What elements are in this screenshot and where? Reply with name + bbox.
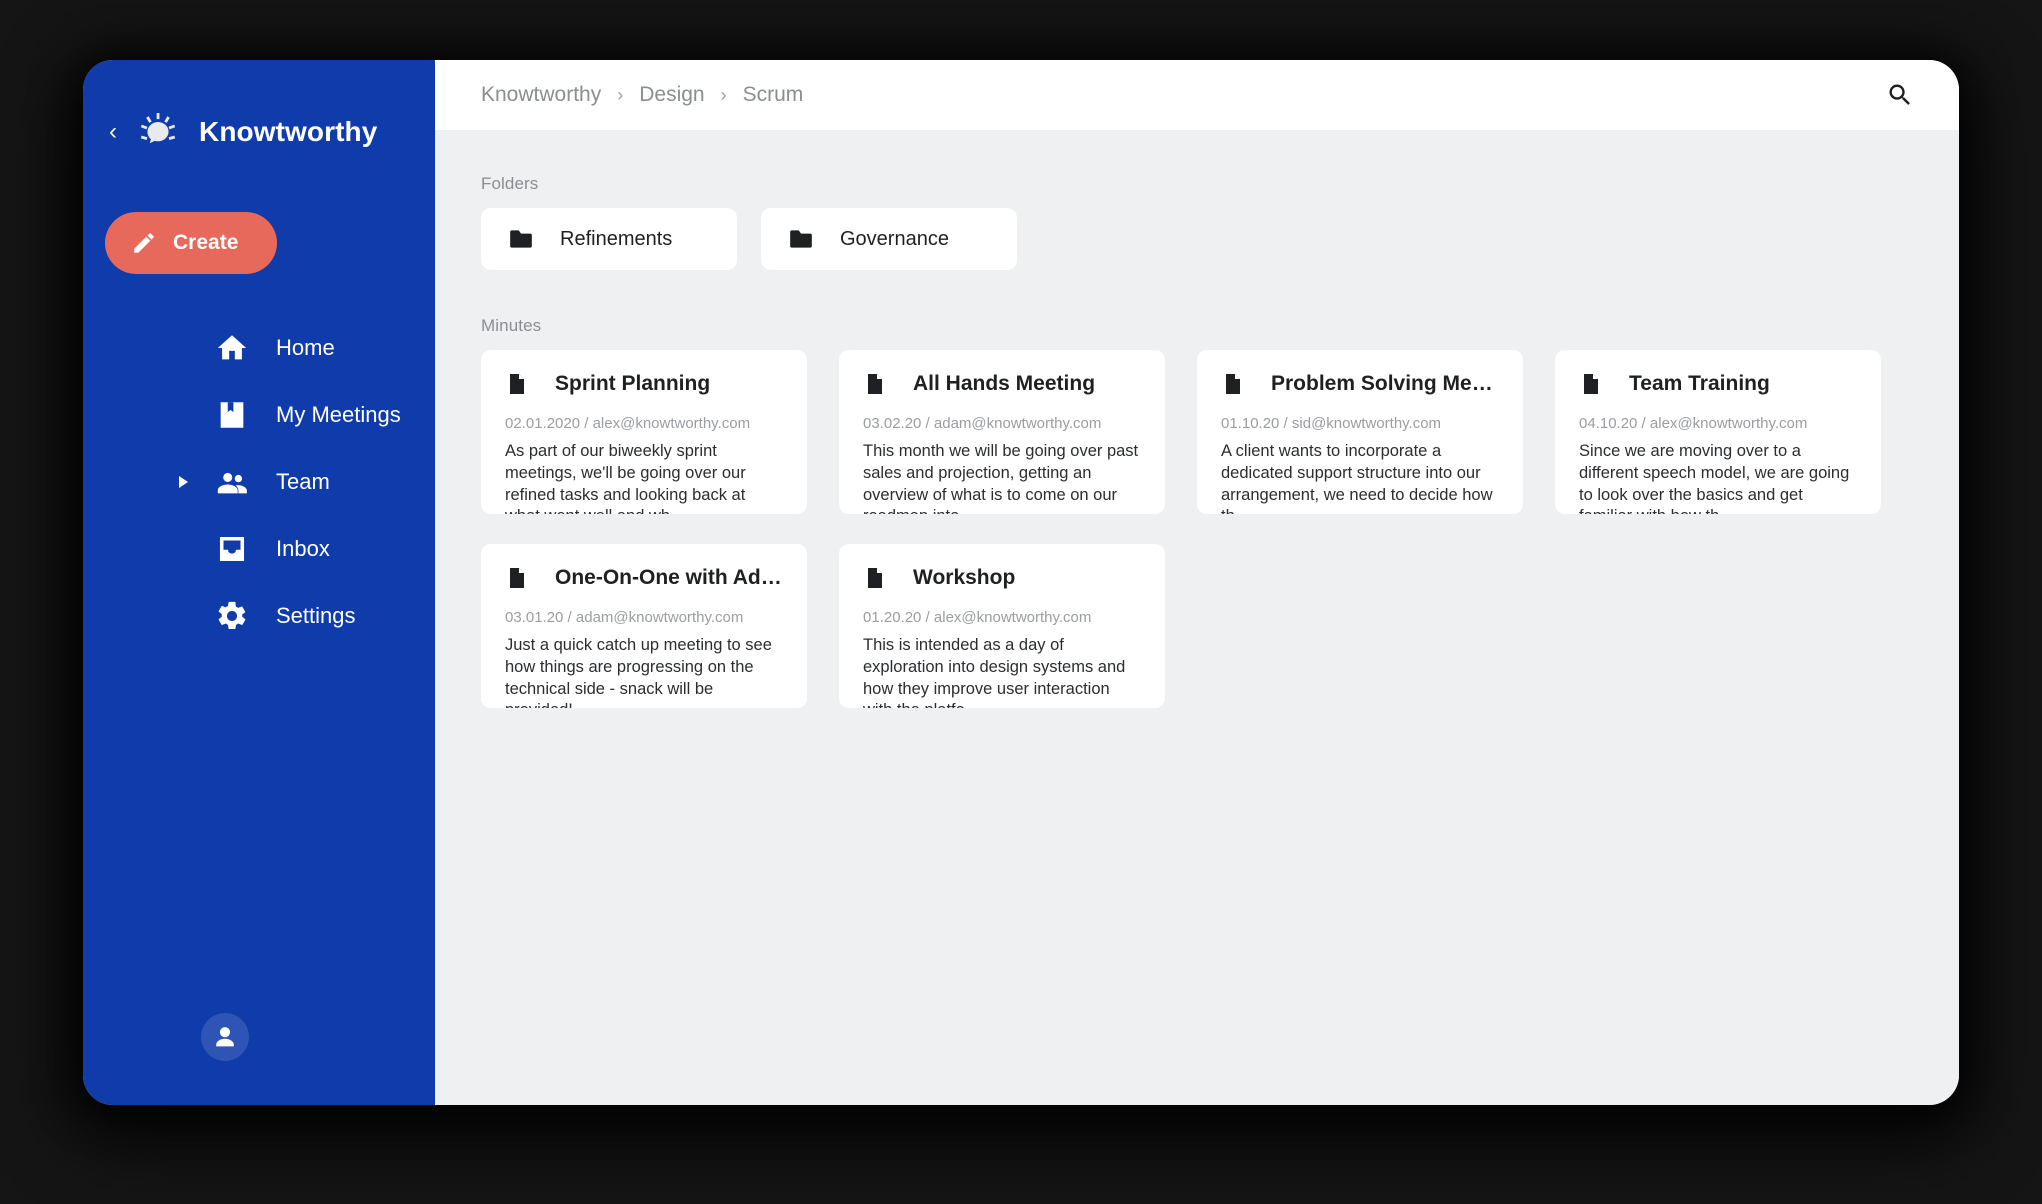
minute-title: All Hands Meeting bbox=[913, 372, 1096, 395]
brand-header: ‹ Knowtworthy bbox=[83, 60, 435, 160]
expand-team-icon[interactable] bbox=[179, 475, 188, 488]
desktop-background: ‹ Knowtworthy Create Home My Meetings Te… bbox=[0, 0, 2042, 1204]
document-icon bbox=[505, 566, 529, 590]
minute-card[interactable]: Problem Solving Meeting 01.10.20 / sid@k… bbox=[1197, 350, 1523, 514]
document-icon bbox=[1579, 372, 1603, 396]
bookmark-icon bbox=[215, 398, 249, 432]
breadcrumb-item-design[interactable]: Design bbox=[639, 83, 704, 107]
sidebar-item-label: Inbox bbox=[276, 535, 330, 561]
minute-snippet: This month we will be going over past sa… bbox=[863, 442, 1139, 514]
minute-meta: 03.01.20 / adam@knowtworthy.com bbox=[505, 609, 744, 626]
sidebar-item-label: Home bbox=[276, 334, 335, 360]
chevron-right-icon: › bbox=[617, 84, 624, 105]
document-icon bbox=[1221, 372, 1245, 396]
minute-card-header: One-On-One with Adam bbox=[505, 566, 783, 590]
sidebar-item-label: Settings bbox=[276, 602, 356, 628]
folder-name: Refinements bbox=[560, 227, 673, 250]
sidebar-item-my-meetings[interactable]: My Meetings bbox=[83, 381, 435, 448]
search-icon bbox=[1886, 81, 1914, 109]
minute-title: Workshop bbox=[913, 566, 1016, 589]
folder-icon bbox=[761, 226, 814, 252]
pencil-icon bbox=[105, 230, 157, 256]
minute-title: Problem Solving Meeting bbox=[1271, 372, 1499, 395]
minute-title: Sprint Planning bbox=[555, 372, 711, 395]
minute-snippet: As part of our biweekly sprint meetings,… bbox=[505, 442, 746, 514]
minute-title: Team Training bbox=[1629, 372, 1770, 395]
folder-card[interactable]: Governance bbox=[761, 208, 1017, 270]
people-icon bbox=[215, 465, 249, 499]
minute-meta: 01.20.20 / alex@knowtworthy.com bbox=[863, 609, 1092, 626]
gear-icon bbox=[215, 599, 249, 633]
minute-meta: 03.02.20 / adam@knowtworthy.com bbox=[863, 415, 1102, 432]
breadcrumb: Knowtworthy › Design › Scrum bbox=[481, 83, 803, 107]
folders-section-label: Folders bbox=[481, 174, 539, 193]
minute-card[interactable]: All Hands Meeting 03.02.20 / adam@knowtw… bbox=[839, 350, 1165, 514]
minute-card-header: Problem Solving Meeting bbox=[1221, 372, 1499, 396]
sidebar: ‹ Knowtworthy Create Home My Meetings Te… bbox=[83, 60, 435, 1105]
minute-meta: 01.10.20 / sid@knowtworthy.com bbox=[1221, 415, 1442, 432]
sidebar-nav: Home My Meetings Team Inbox Settings bbox=[83, 314, 435, 649]
minute-card[interactable]: Team Training 04.10.20 / alex@knowtworth… bbox=[1555, 350, 1881, 514]
minute-snippet: This is intended as a day of exploration… bbox=[863, 636, 1126, 708]
main-area: Knowtworthy › Design › Scrum Folders Ref… bbox=[435, 60, 1959, 1105]
minute-meta: 02.01.2020 / alex@knowtworthy.com bbox=[505, 415, 751, 432]
minute-snippet: A client wants to incorporate a dedicate… bbox=[1221, 442, 1493, 514]
account-circle-icon bbox=[208, 1020, 242, 1054]
minute-card-header: All Hands Meeting bbox=[863, 372, 1141, 396]
topbar: Knowtworthy › Design › Scrum bbox=[435, 60, 1959, 130]
chevron-right-icon: › bbox=[720, 84, 727, 105]
sidebar-item-label: Team bbox=[276, 468, 330, 494]
collapse-sidebar-icon[interactable]: ‹ bbox=[101, 120, 125, 144]
search-button[interactable] bbox=[1877, 72, 1923, 118]
minute-meta: 04.10.20 / alex@knowtworthy.com bbox=[1579, 415, 1808, 432]
document-icon bbox=[863, 372, 887, 396]
sidebar-item-settings[interactable]: Settings bbox=[83, 582, 435, 649]
create-button[interactable]: Create bbox=[105, 212, 277, 274]
minute-title: One-On-One with Adam bbox=[555, 566, 783, 589]
minute-card-header: Sprint Planning bbox=[505, 372, 783, 396]
minutes-grid: Sprint Planning 02.01.2020 / alex@knowtw… bbox=[481, 350, 1913, 708]
minute-card[interactable]: Workshop 01.20.20 / alex@knowtworthy.com… bbox=[839, 544, 1165, 708]
minute-card-header: Team Training bbox=[1579, 372, 1857, 396]
folder-card[interactable]: Refinements bbox=[481, 208, 737, 270]
app-window: ‹ Knowtworthy Create Home My Meetings Te… bbox=[83, 60, 1959, 1105]
breadcrumb-item-root[interactable]: Knowtworthy bbox=[481, 83, 601, 107]
sidebar-item-label: My Meetings bbox=[276, 401, 401, 427]
content-area: Folders Refinements Governance Minutes S… bbox=[435, 130, 1959, 1105]
document-icon bbox=[505, 372, 529, 396]
brand-name: Knowtworthy bbox=[199, 116, 378, 147]
avatar[interactable] bbox=[201, 1013, 249, 1061]
minutes-section-label: Minutes bbox=[481, 316, 542, 335]
minute-card[interactable]: Sprint Planning 02.01.2020 / alex@knowtw… bbox=[481, 350, 807, 514]
folder-icon bbox=[481, 226, 534, 252]
sidebar-item-inbox[interactable]: Inbox bbox=[83, 515, 435, 582]
sidebar-item-team[interactable]: Team bbox=[83, 448, 435, 515]
create-button-label: Create bbox=[173, 231, 239, 254]
minute-card-header: Workshop bbox=[863, 566, 1141, 590]
minute-snippet: Just a quick catch up meeting to see how… bbox=[505, 636, 772, 708]
folders-list: Refinements Governance bbox=[481, 208, 1913, 270]
home-icon bbox=[215, 331, 249, 365]
document-icon bbox=[863, 566, 887, 590]
breadcrumb-item-current[interactable]: Scrum bbox=[743, 83, 804, 107]
minute-snippet: Since we are moving over to a different … bbox=[1579, 442, 1850, 514]
knowtworthy-logo-icon bbox=[135, 109, 181, 155]
inbox-icon bbox=[215, 532, 249, 566]
minute-card[interactable]: One-On-One with Adam 03.01.20 / adam@kno… bbox=[481, 544, 807, 708]
folder-name: Governance bbox=[840, 227, 949, 250]
sidebar-item-home[interactable]: Home bbox=[83, 314, 435, 381]
